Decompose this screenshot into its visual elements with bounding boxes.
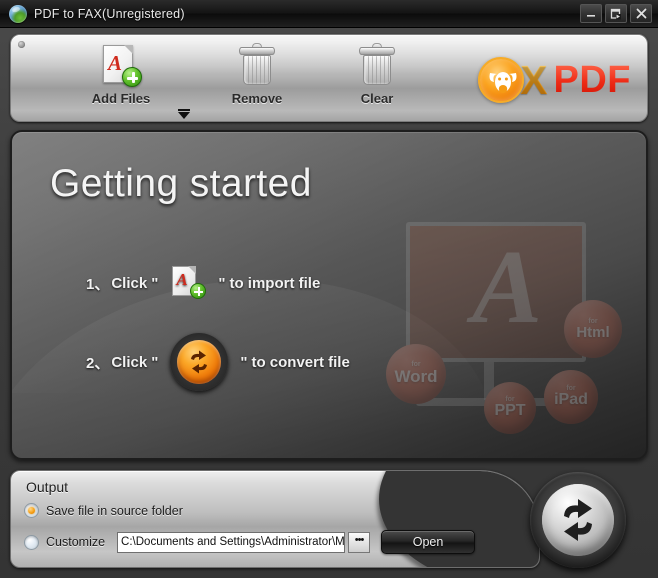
application-window: PDF to FAX(Unregistered) A Add Files Rem… [0,0,658,578]
step-1: 1、 Click " A " to import file [86,266,320,300]
screw-decoration [18,41,25,48]
step-2-tail: to convert file [251,353,350,371]
window-controls [580,4,652,23]
oxpdf-logo: X PDF [478,55,631,105]
trash-icon [237,43,277,89]
step-1-quote-close: " [218,274,226,292]
step-1-tail: to import file [229,274,321,292]
bubble-html: for Html [564,300,622,358]
output-option-customize: Customize C:\Documents and Settings\Admi… [24,530,476,554]
step-1-click: Click [111,274,148,292]
step-2-click: Click [111,353,148,371]
radio-save-in-source-label: Save file in source folder [46,503,183,518]
open-button[interactable]: Open [381,530,476,554]
bubble-ppt: for PPT [484,382,536,434]
toolbar: A Add Files Remove Clear X PDF [10,34,648,122]
title-bar: PDF to FAX(Unregistered) [0,0,658,28]
bubble-word-label: Word [394,367,438,386]
step-2-number: 2、 [86,354,110,372]
remove-button[interactable]: Remove [209,43,305,106]
radio-save-in-source[interactable] [24,503,39,518]
close-button[interactable] [630,4,652,23]
pdf-add-icon: A [99,43,143,89]
add-files-button[interactable]: A Add Files [73,43,169,106]
step-2-quote-close: " [240,353,248,371]
step-1-quote-open: " [151,274,159,292]
output-path-input[interactable]: C:\Documents and Settings\Administrator\… [117,531,346,553]
browse-button[interactable]: ••• [348,531,371,553]
radio-customize-label: Customize [46,535,106,549]
bubble-word: for Word [386,344,446,404]
pdf-add-icon: A [168,266,208,300]
bubble-ppt-label: PPT [494,402,526,419]
trash-icon [357,43,397,89]
convert-orange-icon [170,333,229,391]
add-files-label: Add Files [91,91,151,106]
globe-icon [9,4,27,23]
remove-label: Remove [231,91,283,106]
background-artwork: A for Word for PPT for iPad for Html [376,212,646,458]
clear-label: Clear [360,91,394,106]
output-title: Output [26,479,69,495]
window-title: PDF to FAX(Unregistered) [34,6,185,21]
pdf-glyph-decoration: A [472,228,543,345]
radio-customize[interactable] [24,534,39,550]
restore-button[interactable] [605,4,627,23]
step-2-quote-open: " [151,353,159,371]
bubble-ipad: for iPad [544,370,598,424]
step-1-number: 1、 [86,275,110,293]
page-title: Getting started [50,162,312,205]
logo-pdf: PDF [553,59,631,101]
dropdown-arrow-icon[interactable] [177,109,191,121]
step-2: 2、 Click " " to convert file [86,333,350,391]
output-option-source[interactable]: Save file in source folder [24,503,183,518]
convert-arrows-icon [542,484,614,556]
ox-head-icon [478,57,525,103]
minimize-button[interactable] [580,4,602,23]
logo-x: X [520,56,547,103]
convert-button[interactable] [530,472,626,568]
clear-button[interactable]: Clear [329,43,425,106]
bubble-ipad-label: iPad [554,391,588,408]
output-section: Output Save file in source folder Custom… [10,470,540,568]
bubble-html-label: Html [576,323,610,341]
